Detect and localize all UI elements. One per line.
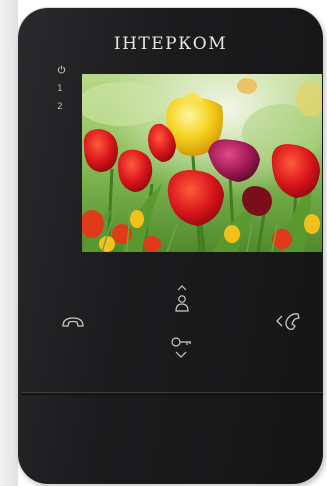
indicator-2: 2 bbox=[57, 102, 63, 112]
monitor-button[interactable] bbox=[170, 284, 194, 314]
camera-image bbox=[82, 74, 322, 252]
video-display bbox=[82, 74, 322, 252]
hangup-button[interactable] bbox=[58, 312, 88, 332]
power-icon bbox=[57, 65, 66, 77]
device-side-edge bbox=[0, 0, 18, 486]
panel-divider-shadow bbox=[22, 394, 323, 395]
brand-logo: IНТЕРКОМ bbox=[113, 34, 228, 54]
panel-divider bbox=[22, 392, 323, 393]
person-icon bbox=[175, 285, 189, 312]
phone-hangup-icon bbox=[62, 317, 84, 327]
indicator-1: 1 bbox=[57, 84, 63, 94]
key-icon bbox=[171, 337, 191, 358]
intercom-monitor: IНТЕРКОМ 1 2 bbox=[18, 8, 323, 484]
phone-answer-icon bbox=[276, 313, 300, 330]
answer-button[interactable] bbox=[270, 310, 304, 332]
unlock-button[interactable] bbox=[168, 330, 196, 364]
